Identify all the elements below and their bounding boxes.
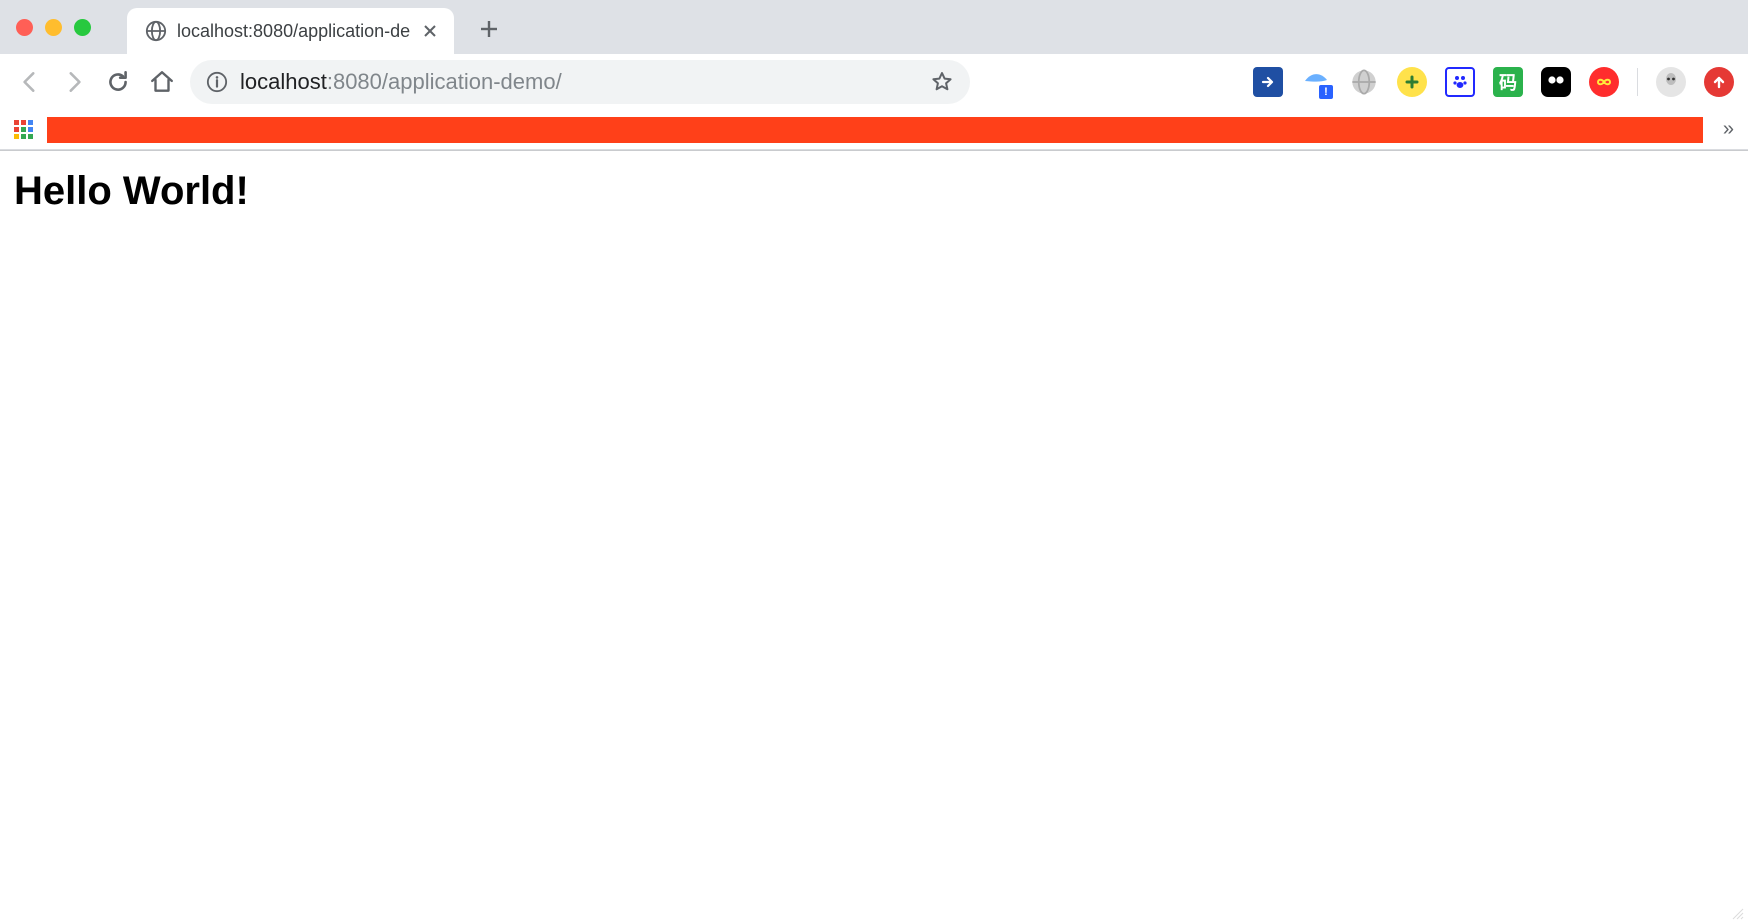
- site-info-icon[interactable]: [206, 71, 228, 93]
- bookmark-star-icon[interactable]: [930, 70, 954, 94]
- home-button[interactable]: [146, 66, 178, 98]
- extension-code-ext-icon[interactable]: 码: [1493, 67, 1523, 97]
- apps-icon[interactable]: [14, 120, 33, 139]
- page-heading: Hello World!: [14, 169, 1734, 214]
- extension-globe-ext-icon[interactable]: [1349, 67, 1379, 97]
- toolbar: localhost:8080/application-demo/ !: [0, 54, 1748, 110]
- bookmarks-bar: »: [0, 110, 1748, 150]
- extension-plus-ext-icon[interactable]: [1397, 67, 1427, 97]
- extension-infinity-ext-icon[interactable]: [1589, 67, 1619, 97]
- extension-separator: [1637, 68, 1638, 96]
- browser-chrome: localhost:8080/application-de localh: [0, 0, 1748, 151]
- resize-handle-icon[interactable]: [1730, 906, 1744, 920]
- reload-button[interactable]: [102, 66, 134, 98]
- extension-bird-ext-icon[interactable]: !: [1301, 67, 1331, 97]
- url-text: localhost:8080/application-demo/: [240, 69, 918, 95]
- tab-strip: localhost:8080/application-de: [0, 0, 1748, 54]
- back-button[interactable]: [14, 66, 46, 98]
- extensions-row: ! 码: [1253, 67, 1734, 97]
- window-controls: [16, 19, 91, 36]
- bookmarks-bar-item[interactable]: [47, 117, 1703, 143]
- page-content: Hello World!: [0, 151, 1748, 232]
- bookmarks-overflow-button[interactable]: »: [1723, 118, 1734, 141]
- extension-arrow-ext-icon[interactable]: [1253, 67, 1283, 97]
- address-bar[interactable]: localhost:8080/application-demo/: [190, 60, 970, 104]
- extension-upload-ext-icon[interactable]: [1704, 67, 1734, 97]
- url-path: /application-demo/: [382, 69, 562, 94]
- window-maximize-button[interactable]: [74, 19, 91, 36]
- forward-button[interactable]: [58, 66, 90, 98]
- url-port: :8080: [327, 69, 382, 94]
- profile-avatar-icon[interactable]: [1656, 67, 1686, 97]
- browser-tab-active[interactable]: localhost:8080/application-de: [127, 8, 454, 54]
- extension-dots-ext-icon[interactable]: [1541, 67, 1571, 97]
- tab-close-button[interactable]: [420, 21, 440, 41]
- tab-title: localhost:8080/application-de: [177, 21, 410, 42]
- window-close-button[interactable]: [16, 19, 33, 36]
- url-host: localhost: [240, 69, 327, 94]
- window-minimize-button[interactable]: [45, 19, 62, 36]
- extension-paw-ext-icon[interactable]: [1445, 67, 1475, 97]
- new-tab-button[interactable]: [474, 14, 504, 44]
- globe-icon: [145, 20, 167, 42]
